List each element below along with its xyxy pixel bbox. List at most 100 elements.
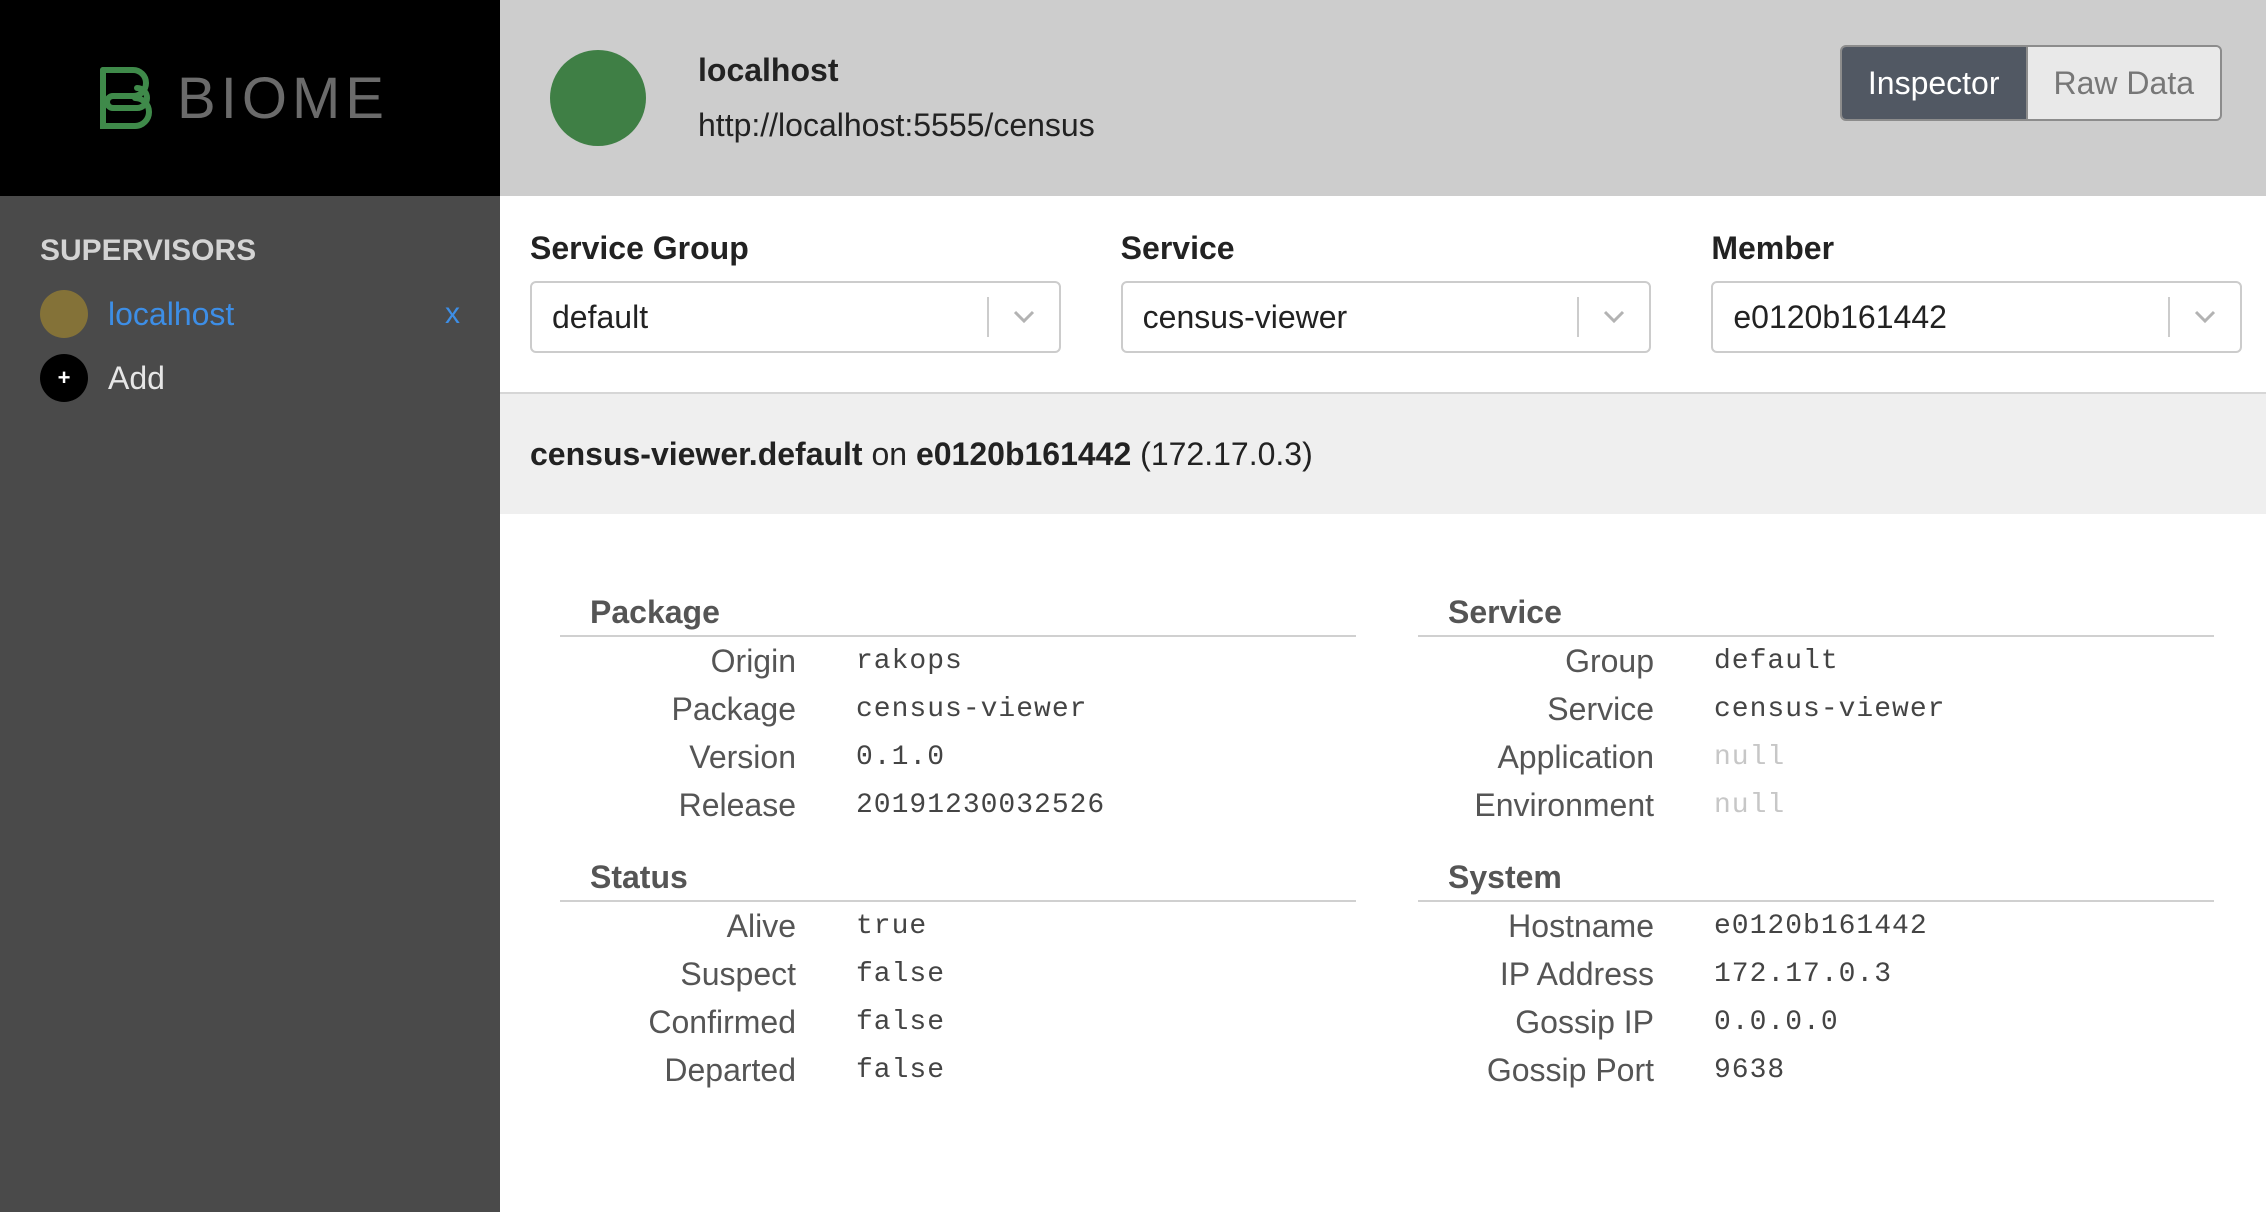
service-value: census-viewer <box>1142 298 1348 335</box>
detail-key: Group <box>1565 642 1654 679</box>
brand-name: BIOME <box>177 65 389 131</box>
inspector-button[interactable]: Inspector <box>1841 47 2026 119</box>
detail-row: Hostname e0120b161442 <box>1418 902 2214 950</box>
view-toggle: Inspector Raw Data <box>1839 45 2222 121</box>
detail-key: Environment <box>1474 786 1654 823</box>
detail-key: Gossip Port <box>1486 1051 1654 1088</box>
supervisor-label[interactable]: localhost <box>108 296 445 333</box>
detail-row: Gossip Port 9638 <box>1418 1046 2214 1094</box>
detail-value: 9638 <box>1714 1054 1786 1086</box>
detail-key: Hostname <box>1508 907 1654 944</box>
service-label: Service <box>1120 230 1235 266</box>
summary-service: census-viewer.default <box>530 435 863 472</box>
biome-logo-icon <box>100 67 152 129</box>
detail-row: Suspect false <box>560 950 1356 998</box>
detail-key: Origin <box>710 642 796 679</box>
detail-row: Environment null <box>1418 781 2214 829</box>
system-group: System Hostname e0120b161442 IP Address 17… <box>1418 859 2214 1094</box>
package-group: Package Origin rakops Package census-viewe… <box>560 594 1356 829</box>
detail-value: null <box>1714 789 1786 821</box>
detail-row: Group default <box>1418 637 2214 685</box>
chevron-down-icon[interactable] <box>2170 310 2240 324</box>
detail-row: Package census-viewer <box>560 685 1356 733</box>
chevron-down-icon[interactable] <box>1579 310 1649 324</box>
member-value: e0120b161442 <box>1733 298 1947 335</box>
detail-value: false <box>856 1006 946 1038</box>
service-group-value: default <box>552 298 649 335</box>
logo-bar: BIOME <box>0 0 500 196</box>
detail-row: IP Address 172.17.0.3 <box>1418 950 2214 998</box>
detail-key: Application <box>1497 738 1654 775</box>
service-select[interactable]: census-viewer <box>1120 281 1652 353</box>
detail-key: Service <box>1547 690 1654 727</box>
member-select[interactable]: e0120b161442 <box>1711 281 2243 353</box>
add-supervisor-label[interactable]: Add <box>108 360 460 397</box>
summary-member: e0120b161442 <box>915 435 1132 472</box>
supervisor-status-dot <box>40 290 88 338</box>
service-group: Service Group default Service census-viewe… <box>1418 594 2214 829</box>
remove-supervisor-button[interactable]: x <box>445 297 460 331</box>
member-summary: census-viewer.default on e0120b161442 (1… <box>500 394 2266 514</box>
detail-row: Alive true <box>560 902 1356 950</box>
detail-row: Version 0.1.0 <box>560 733 1356 781</box>
detail-row: Application null <box>1418 733 2214 781</box>
supervisor-name: localhost <box>698 52 839 88</box>
service-heading: Service <box>1418 594 2214 637</box>
package-heading: Package <box>560 594 1356 637</box>
detail-row: Origin rakops <box>560 637 1356 685</box>
plus-icon: + <box>40 354 88 402</box>
detail-value: census-viewer <box>1714 693 1946 725</box>
supervisor-url: http://localhost:5555/census <box>698 107 1095 143</box>
detail-value: e0120b161442 <box>1714 910 1928 942</box>
add-supervisor-item[interactable]: + Add <box>40 346 460 410</box>
detail-value: 172.17.0.3 <box>1714 958 1893 990</box>
service-group-label: Service Group <box>530 230 749 266</box>
details-left-column: Package Origin rakops Package census-viewe… <box>560 594 1356 1212</box>
summary-ip: (172.17.0.3) <box>1140 435 1313 472</box>
sidebar: BIOME SUPERVISORS localhost x + Add <box>0 0 500 1212</box>
member-details: Package Origin rakops Package census-viewe… <box>500 514 2266 1212</box>
detail-value: true <box>856 910 928 942</box>
selector-bar: Service Group default Service census-vie… <box>500 196 2266 394</box>
supervisors-heading: SUPERVISORS <box>40 234 257 267</box>
status-heading: Status <box>560 859 1356 902</box>
detail-key: Alive <box>726 907 796 944</box>
detail-value: false <box>856 958 946 990</box>
supervisor-avatar <box>550 50 646 146</box>
details-right-column: Service Group default Service census-viewe… <box>1418 594 2214 1212</box>
detail-key: Departed <box>664 1051 796 1088</box>
detail-value: census-viewer <box>856 693 1088 725</box>
detail-value: 0.1.0 <box>856 741 946 773</box>
member-label: Member <box>1711 230 1835 266</box>
detail-key: Confirmed <box>648 1003 796 1040</box>
supervisor-info: localhost http://localhost:5555/census <box>698 52 1095 144</box>
service-selector: Service census-viewer <box>1120 196 1652 392</box>
member-selector: Member e0120b161442 <box>1711 196 2243 392</box>
detail-value: default <box>1714 645 1839 677</box>
detail-row: Departed false <box>560 1046 1356 1094</box>
service-group-selector: Service Group default <box>530 196 1061 392</box>
detail-row: Gossip IP 0.0.0.0 <box>1418 998 2214 1046</box>
raw-data-button[interactable]: Raw Data <box>2025 47 2220 119</box>
detail-value: null <box>1714 741 1786 773</box>
detail-value: false <box>856 1054 946 1086</box>
detail-key: Version <box>689 738 796 775</box>
detail-value: 0.0.0.0 <box>1714 1006 1839 1038</box>
detail-value: 20191230032526 <box>856 789 1106 821</box>
detail-row: Service census-viewer <box>1418 685 2214 733</box>
supervisor-header: localhost http://localhost:5555/census I… <box>500 0 2266 196</box>
service-group-select[interactable]: default <box>530 281 1061 353</box>
detail-key: Release <box>678 786 796 823</box>
supervisor-item-localhost[interactable]: localhost x <box>40 282 460 346</box>
detail-key: Gossip IP <box>1515 1003 1654 1040</box>
detail-row: Confirmed false <box>560 998 1356 1046</box>
app: BIOME SUPERVISORS localhost x + Add loca… <box>0 0 2266 1212</box>
supervisors-section: SUPERVISORS localhost x + Add <box>0 196 500 410</box>
chevron-down-icon[interactable] <box>989 310 1059 324</box>
status-group: Status Alive true Suspect false Confirmed f… <box>560 859 1356 1094</box>
brand-logo[interactable]: BIOME <box>99 65 389 132</box>
detail-row: Release 20191230032526 <box>560 781 1356 829</box>
detail-key: Suspect <box>680 955 796 992</box>
detail-key: IP Address <box>1499 955 1654 992</box>
summary-on: on <box>871 435 908 472</box>
